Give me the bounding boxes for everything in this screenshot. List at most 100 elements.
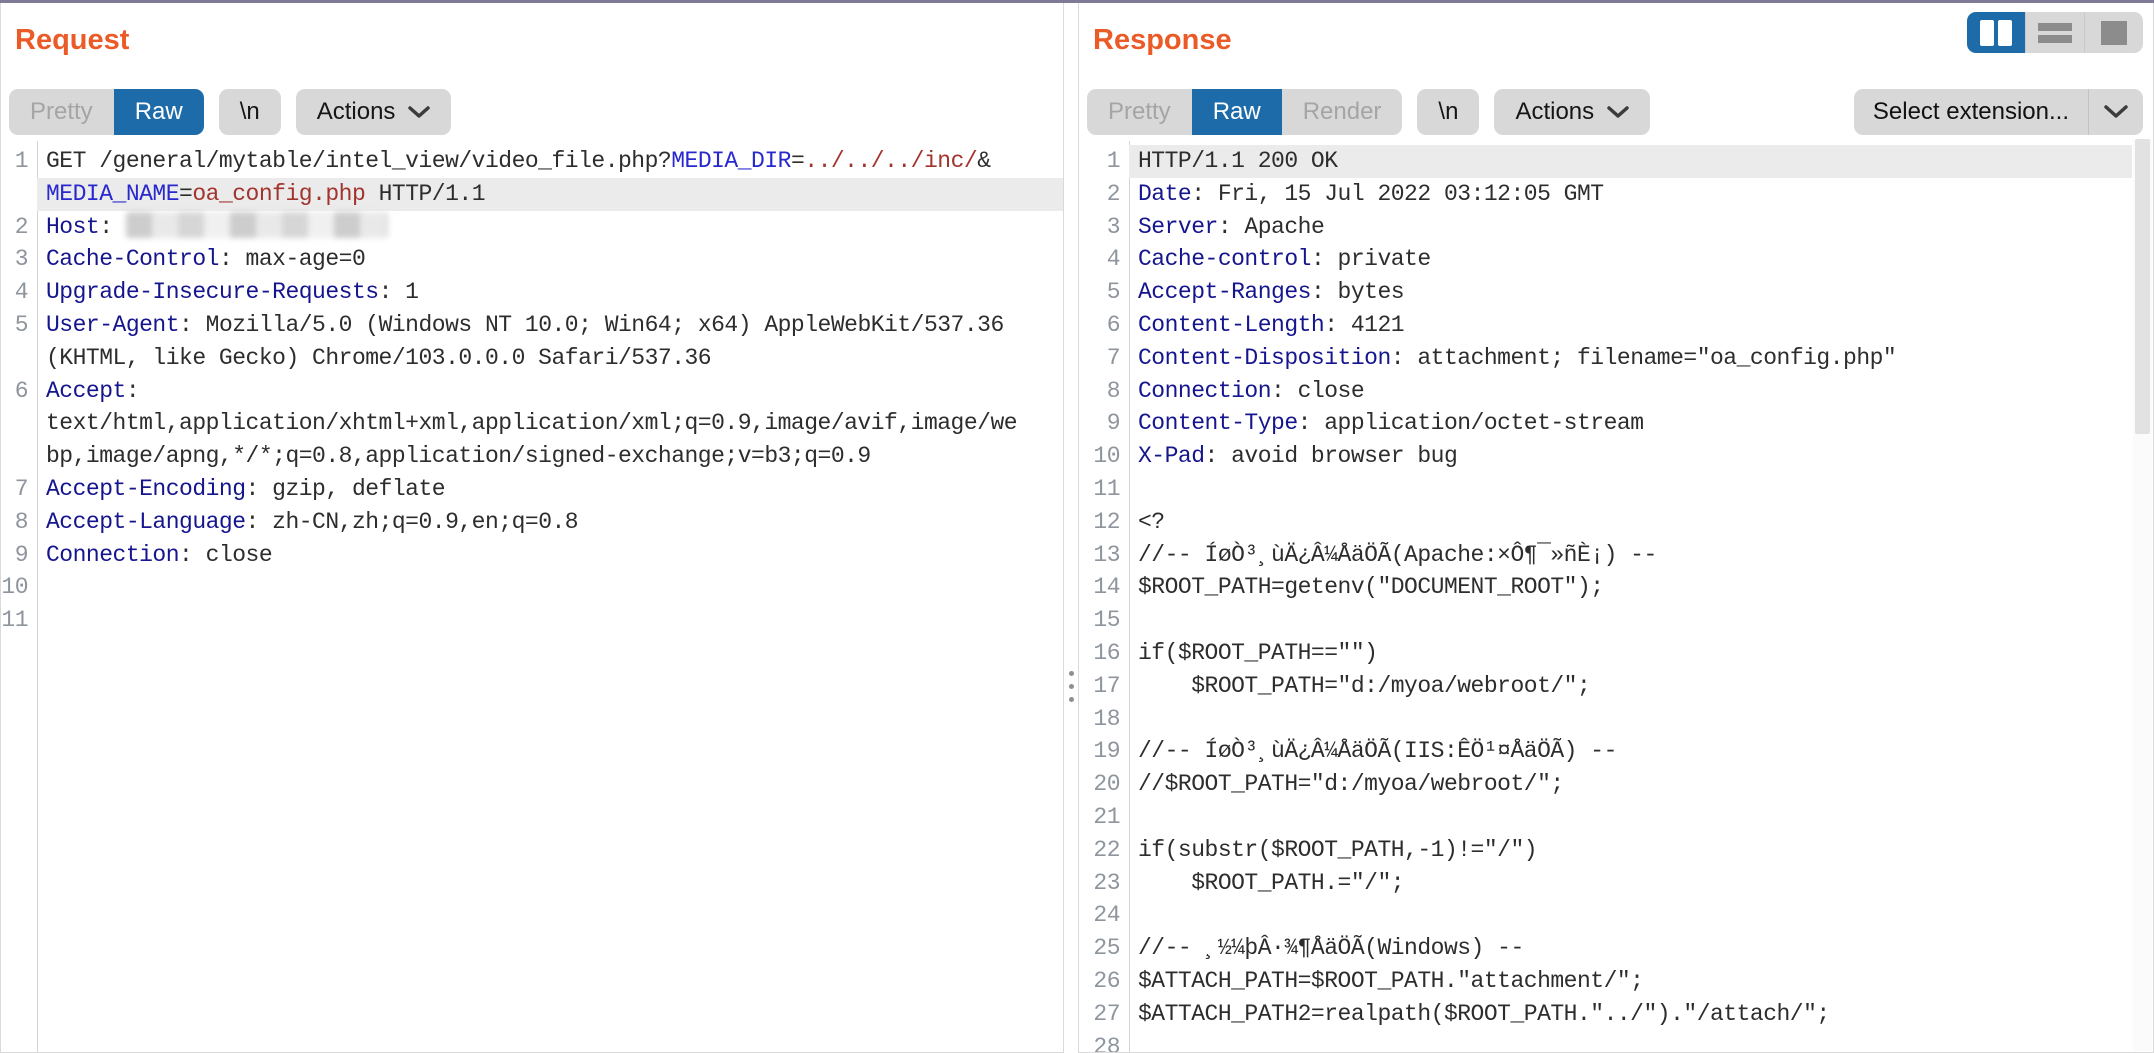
line-number: 5 — [1, 309, 37, 342]
tab-raw[interactable]: Raw — [1192, 89, 1282, 135]
response-pane: Response Pretty Raw Render \n — [1078, 3, 2154, 1053]
code-line: bp,image/apng,*/*;q=0.8,application/sign… — [1, 440, 1063, 473]
request-title: Request — [15, 24, 129, 56]
chevron-down-icon — [408, 106, 430, 119]
code-line: 15 — [1079, 604, 2132, 637]
line-number: 22 — [1079, 834, 1129, 867]
code-line: 14$ROOT_PATH=getenv("DOCUMENT_ROOT"); — [1079, 571, 2132, 604]
request-header: Request — [1, 3, 1063, 57]
line-number: 5 — [1079, 276, 1129, 309]
line-number: 2 — [1, 211, 37, 244]
request-editor[interactable]: 1GET /general/mytable/intel_view/video_f… — [1, 141, 1063, 1052]
code-line: 8Accept-Language: zh-CN,zh;q=0.9,en;q=0.… — [1, 506, 1063, 539]
line-number: 2 — [1079, 178, 1129, 211]
code-line: 11 — [1, 604, 1063, 637]
code-line: 1GET /general/mytable/intel_view/video_f… — [1, 145, 1063, 178]
actions-label: Actions — [1515, 98, 1594, 126]
line-number: 10 — [1079, 440, 1129, 473]
line-number: 19 — [1079, 735, 1129, 768]
tab-newline[interactable]: \n — [219, 89, 281, 135]
code-line: 25//-- ¸½¼þÂ·¾¶ÅäÖÃ(Windows) -- — [1079, 932, 2132, 965]
code-line: 12<? — [1079, 506, 2132, 539]
line-number: 21 — [1079, 801, 1129, 834]
splitter-grip-icon — [1069, 684, 1074, 689]
response-toolbar: Pretty Raw Render \n Actions Select exte… — [1079, 89, 2153, 135]
code-line: MEDIA_NAME=oa_config.php HTTP/1.1 — [1, 178, 1063, 211]
code-line: 4Upgrade-Insecure-Requests: 1 — [1, 276, 1063, 309]
line-number — [1, 178, 37, 211]
chevron-down-icon — [1607, 106, 1629, 119]
line-number — [1, 342, 37, 375]
tab-newline[interactable]: \n — [1417, 89, 1479, 135]
layout-rows-button[interactable] — [2025, 12, 2084, 53]
redacted-host-value — [126, 212, 388, 238]
code-line: 17 $ROOT_PATH="d:/myoa/webroot/"; — [1079, 670, 2132, 703]
line-number: 1 — [1079, 145, 1129, 178]
line-number: 20 — [1079, 768, 1129, 801]
line-number: 11 — [1, 604, 37, 637]
request-pane: Request Pretty Raw \n Actions 1GET /gene… — [0, 3, 1064, 1053]
line-number: 10 — [1, 571, 37, 604]
line-number: 23 — [1079, 867, 1129, 900]
line-number — [1, 407, 37, 440]
line-number: 6 — [1, 375, 37, 408]
code-line: 3Server: Apache — [1079, 211, 2132, 244]
code-line: 8Connection: close — [1079, 375, 2132, 408]
request-view-tabs: Pretty Raw — [9, 89, 204, 135]
response-scrollbar[interactable] — [2133, 139, 2152, 1051]
line-number: 15 — [1079, 604, 1129, 637]
code-line: 3Cache-Control: max-age=0 — [1, 243, 1063, 276]
code-line: 18 — [1079, 703, 2132, 736]
line-number: 26 — [1079, 965, 1129, 998]
response-view-tabs: Pretty Raw Render — [1087, 89, 1402, 135]
line-number: 13 — [1079, 539, 1129, 572]
select-extension-dropdown[interactable]: Select extension... — [1854, 89, 2143, 135]
actions-button[interactable]: Actions — [1494, 89, 1650, 135]
code-line: 7Accept-Encoding: gzip, deflate — [1, 473, 1063, 506]
line-number: 27 — [1079, 998, 1129, 1031]
line-number — [1, 440, 37, 473]
code-line: 16if($ROOT_PATH=="") — [1079, 637, 2132, 670]
pane-splitter[interactable] — [1064, 3, 1078, 1053]
line-number: 17 — [1079, 670, 1129, 703]
tab-pretty[interactable]: Pretty — [9, 89, 114, 135]
line-number: 8 — [1, 506, 37, 539]
layout-single-button[interactable] — [2084, 12, 2143, 53]
response-editor[interactable]: 1HTTP/1.1 200 OK2Date: Fri, 15 Jul 2022 … — [1079, 141, 2132, 1052]
code-line: 2Host: — [1, 211, 1063, 244]
code-line: 22if(substr($ROOT_PATH,-1)!="/") — [1079, 834, 2132, 867]
line-number: 3 — [1079, 211, 1129, 244]
tab-raw[interactable]: Raw — [114, 89, 204, 135]
line-number: 7 — [1, 473, 37, 506]
select-extension-label: Select extension... — [1854, 98, 2088, 126]
code-line: 2Date: Fri, 15 Jul 2022 03:12:05 GMT — [1079, 178, 2132, 211]
layout-columns-button[interactable] — [1967, 12, 2025, 53]
message-editor: Request Pretty Raw \n Actions 1GET /gene… — [0, 3, 2154, 1053]
code-line: 7Content-Disposition: attachment; filena… — [1079, 342, 2132, 375]
rows-layout-icon — [2037, 20, 2073, 46]
code-line: 10 — [1, 571, 1063, 604]
code-line: 6Content-Length: 4121 — [1079, 309, 2132, 342]
line-number: 11 — [1079, 473, 1129, 506]
scrollbar-thumb[interactable] — [2135, 139, 2150, 434]
line-number: 7 — [1079, 342, 1129, 375]
response-title: Response — [1093, 24, 1232, 56]
line-number: 8 — [1079, 375, 1129, 408]
code-line: 24 — [1079, 899, 2132, 932]
code-line: text/html,application/xhtml+xml,applicat… — [1, 407, 1063, 440]
tab-render[interactable]: Render — [1282, 89, 1403, 135]
line-number: 14 — [1079, 571, 1129, 604]
single-layout-icon — [2098, 19, 2130, 47]
code-line: 19//-- ÍøÒ³¸ùÄ¿Â¼ÅäÖÃ(IIS:ÊÖ¹¤ÅäÖÃ) -- — [1079, 735, 2132, 768]
code-line: 9Content-Type: application/octet-stream — [1079, 407, 2132, 440]
code-line: 5Accept-Ranges: bytes — [1079, 276, 2132, 309]
chevron-down-icon — [2104, 105, 2128, 119]
actions-button[interactable]: Actions — [296, 89, 452, 135]
code-line: 6Accept: — [1, 375, 1063, 408]
line-number: 4 — [1079, 243, 1129, 276]
line-number: 18 — [1079, 703, 1129, 736]
code-line: 26$ATTACH_PATH=$ROOT_PATH."attachment/"; — [1079, 965, 2132, 998]
tab-pretty[interactable]: Pretty — [1087, 89, 1192, 135]
columns-layout-icon — [1979, 19, 2013, 47]
line-number: 24 — [1079, 899, 1129, 932]
